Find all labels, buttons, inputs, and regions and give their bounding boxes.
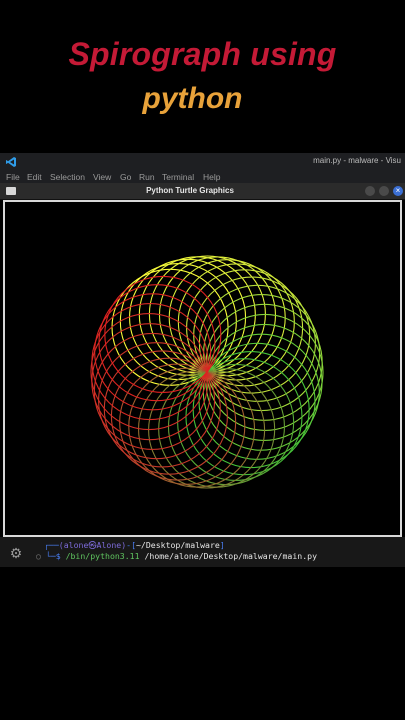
turtle-window-titlebar: Python Turtle Graphics × (0, 183, 405, 200)
prompt-path: ~/Desktop/malware (136, 540, 220, 550)
vscode-titlebar: main.py - malware - Visu (0, 153, 405, 171)
vscode-logo-icon (6, 157, 16, 167)
maximize-button[interactable] (379, 186, 389, 196)
prompt-user: (alone㉿Alone) (58, 540, 127, 550)
command-args: /home/alone/Desktop/malware/main.py (144, 551, 317, 561)
menu-run[interactable]: Run (139, 172, 155, 182)
gear-icon[interactable]: ⚙ (8, 545, 24, 561)
turtle-canvas (5, 202, 400, 535)
video-title: Spirograph using (68, 36, 337, 72)
menu-edit[interactable]: Edit (27, 172, 42, 182)
command-interpreter: /bin/python3.11 (65, 551, 140, 561)
menu-help[interactable]: Help (203, 172, 220, 182)
spirograph-drawing (90, 255, 324, 489)
menu-go[interactable]: Go (120, 172, 131, 182)
turtle-canvas-frame (3, 200, 402, 537)
terminal-command-line: ○ └─$ /bin/python3.11 /home/alone/Deskto… (36, 551, 317, 561)
menu-bar: File Edit Selection View Go Run Terminal… (0, 171, 405, 183)
menu-terminal[interactable]: Terminal (162, 172, 194, 182)
menu-file[interactable]: File (6, 172, 20, 182)
minimize-button[interactable] (365, 186, 375, 196)
video-subtitle: python (142, 82, 243, 115)
turtle-window-title: Python Turtle Graphics (146, 186, 234, 195)
close-button[interactable]: × (393, 186, 403, 196)
menu-selection[interactable]: Selection (50, 172, 85, 182)
terminal-prompt-line: ┌──(alone㉿Alone)-[~/Desktop/malware] (44, 540, 225, 550)
terminal-panel: ⚙ ┌──(alone㉿Alone)-[~/Desktop/malware] ○… (0, 537, 405, 567)
window-title: main.py - malware - Visu (313, 156, 401, 165)
menu-view[interactable]: View (93, 172, 111, 182)
